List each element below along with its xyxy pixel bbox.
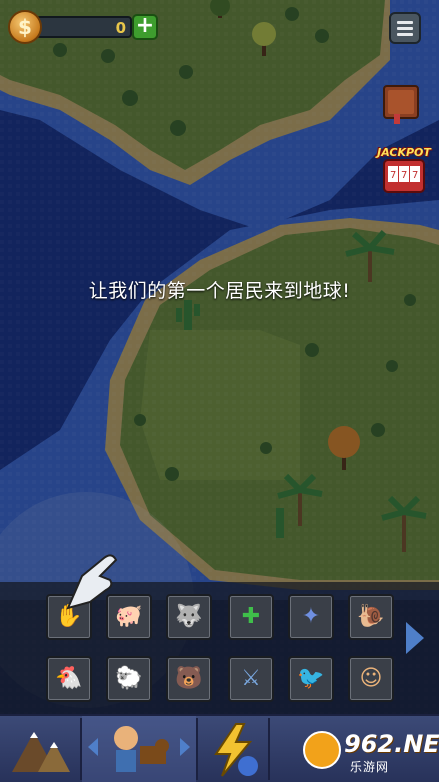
sheep-icon: 🐑 [115,666,143,691]
jackpot-button[interactable]: JACKPOT 7 7 7 [376,146,432,194]
bird-icon: 🐦 [297,666,325,691]
svg-text:7: 7 [401,170,407,181]
mountain-icon [12,732,70,772]
world-laws-book-button[interactable] [380,80,424,126]
coin-counter: 0 $ + [8,10,158,44]
menu-icon-line [397,33,413,36]
watermark-logo: 962.NET 乐游网 [300,728,439,780]
power-slot[interactable]: 🐦 [288,656,334,702]
tab-prev-arrow-icon[interactable] [88,738,98,756]
bear-icon: 🐻 [175,666,203,691]
menu-icon-line [397,27,413,30]
human-icon: ☺ [359,666,383,691]
watermark-emblem-icon [303,731,341,769]
snail-icon: 🐌 [357,604,385,629]
power-slot[interactable]: 🐺 [166,594,212,640]
power-slot[interactable]: ⚔ [228,656,274,702]
feather-icon: ⚔ [241,666,261,691]
coin-icon: $ [8,10,42,44]
tab-destruction[interactable] [198,716,268,782]
add-coins-button[interactable]: + [132,14,158,40]
menu-button[interactable] [389,12,421,44]
tutorial-message: 让我们的第一个居民来到地球! [88,280,351,302]
lightning-icon [214,723,258,777]
pointing-hand-icon [66,554,118,610]
power-slot[interactable]: ☺ [348,656,394,702]
heal-icon: ✚ [241,604,261,629]
book-icon [383,85,419,124]
svg-text:7: 7 [412,170,418,181]
coin-value: 0 [115,19,126,37]
chicken-icon: 🐔 [55,666,83,691]
tab-creatures[interactable] [82,716,196,782]
power-slot[interactable]: 🐔 [46,656,92,702]
power-slot[interactable]: ✦ [288,594,334,640]
jackpot-label: JACKPOT [377,146,431,159]
magic-icon: ✦ [301,604,321,629]
power-slot[interactable]: 🐌 [348,594,394,640]
power-slot[interactable]: ✚ [228,594,274,640]
tab-next-arrow-icon[interactable] [180,738,190,756]
power-slot[interactable]: 🐑 [106,656,152,702]
watermark-sub: 乐游网 [350,760,390,774]
coin-track: 0 [36,16,132,38]
power-slot[interactable]: 🐻 [166,656,212,702]
wolf-icon: 🐺 [175,604,203,629]
watermark-brand: 962.NET [344,730,439,758]
tab-terrain[interactable] [0,716,80,782]
next-page-arrow-icon[interactable] [406,622,424,654]
svg-text:7: 7 [390,170,396,181]
menu-icon [397,21,413,24]
creatures-icon [114,726,169,772]
